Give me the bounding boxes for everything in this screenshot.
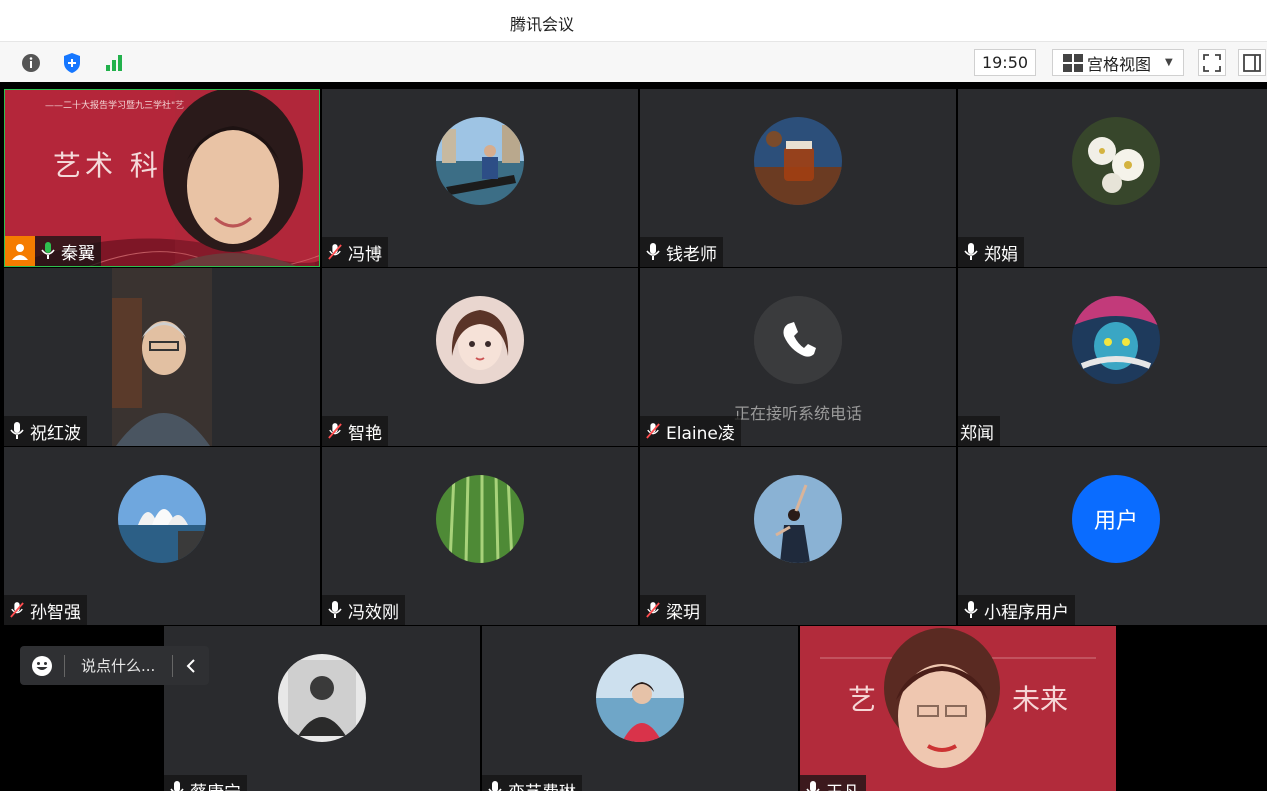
avatar [754, 475, 842, 563]
mic-on-icon [10, 422, 24, 440]
participant-tile[interactable]: 冯博 [322, 89, 638, 267]
participant-tile[interactable]: 恋艺费琳 [482, 626, 798, 791]
participant-nameplate: 智艳 [322, 416, 388, 446]
avatar [1072, 296, 1160, 384]
shield-icon[interactable] [59, 50, 85, 76]
toolbar: 19:50 宫格视图 ▼ [0, 42, 1267, 82]
participant-tile[interactable]: 钱老师 [640, 89, 956, 267]
participant-tile[interactable]: 郑闻 [958, 268, 1267, 446]
view-mode-label: 宫格视图 [1087, 54, 1152, 74]
chat-input-bar[interactable]: 说点什么... [20, 646, 209, 685]
participant-nameplate: 蔡康宁 [164, 775, 247, 791]
host-badge-icon [5, 236, 35, 266]
participant-tile[interactable]: 祝红波 [4, 268, 320, 446]
participant-name: 王凡 [826, 778, 860, 791]
fullscreen-icon [1203, 53, 1221, 72]
window-title: 腾讯会议 [510, 15, 575, 34]
participant-name: 秦翼 [61, 243, 95, 264]
participant-name: 郑闻 [960, 423, 994, 444]
participant-tile[interactable]: 冯效刚 [322, 447, 638, 625]
avatar [754, 117, 842, 205]
mic-on-icon [170, 781, 184, 791]
avatar [278, 654, 366, 742]
participant-nameplate: 祝红波 [4, 416, 87, 446]
avatar [596, 654, 684, 742]
participant-name: 智艳 [348, 423, 382, 444]
participant-nameplate: 王凡 [800, 775, 866, 791]
user-text-avatar: 用户 [1072, 475, 1160, 563]
phone-call-avatar [754, 296, 842, 384]
participant-nameplate: 郑闻 [958, 416, 1000, 446]
participant-nameplate: 秦翼 [5, 236, 101, 266]
participant-nameplate: 冯效刚 [322, 595, 405, 625]
participant-tile[interactable]: 智艳 [322, 268, 638, 446]
participant-name: Elaine凌 [666, 423, 735, 444]
mic-on-icon [488, 781, 502, 791]
meeting-clock: 19:50 [974, 49, 1036, 76]
participant-name: 钱老师 [666, 244, 717, 265]
mic-muted-icon [646, 422, 660, 440]
grid-icon [1063, 53, 1083, 72]
mic-on-icon [806, 781, 820, 791]
sidebar-toggle-button[interactable] [1238, 49, 1266, 76]
participant-nameplate: 小程序用户 [958, 595, 1075, 625]
mic-muted-icon [10, 601, 24, 619]
participant-name: 梁玥 [666, 602, 700, 623]
title-bar: 腾讯会议 [0, 0, 1267, 42]
participant-name: 孙智强 [30, 602, 81, 623]
mic-muted-icon [328, 422, 342, 440]
mic-muted-icon [328, 243, 342, 261]
caret-down-icon: ▼ [1165, 57, 1173, 68]
participant-tile[interactable]: 正在接听系统电话 Elaine凌 [640, 268, 956, 446]
participant-nameplate: 冯博 [322, 237, 388, 267]
avatar [118, 475, 206, 563]
participant-nameplate: 郑娟 [958, 237, 1024, 267]
sidebar-toggle-icon [1243, 53, 1261, 72]
avatar [436, 296, 524, 384]
participant-nameplate: 孙智强 [4, 595, 87, 625]
chat-input[interactable]: 说点什么... [65, 655, 172, 676]
participant-tile[interactable]: 蔡康宁 [164, 626, 480, 791]
participant-name: 恋艺费琳 [508, 778, 576, 791]
mic-muted-icon [646, 601, 660, 619]
participant-name: 小程序用户 [984, 602, 1069, 623]
participant-tile[interactable]: 梁玥 [640, 447, 956, 625]
emoji-icon[interactable] [20, 655, 64, 677]
participant-tile[interactable]: 用户 小程序用户 [958, 447, 1267, 625]
participant-name: 冯效刚 [348, 602, 399, 623]
participant-nameplate: 恋艺费琳 [482, 775, 582, 791]
mic-on-icon [646, 243, 660, 261]
participant-name: 冯博 [348, 244, 382, 265]
participant-name: 祝红波 [30, 423, 81, 444]
participant-tile[interactable]: 艺 未来 王凡 [800, 626, 1116, 791]
person-video [884, 628, 1000, 768]
participant-nameplate: 钱老师 [640, 237, 723, 267]
mic-on-icon [328, 601, 342, 619]
mic-on-icon [964, 243, 978, 261]
participant-nameplate: Elaine凌 [640, 416, 741, 446]
info-icon[interactable] [18, 50, 44, 76]
participant-tile[interactable]: 孙智强 [4, 447, 320, 625]
avatar [436, 117, 524, 205]
participant-name: 郑娟 [984, 244, 1018, 265]
avatar [436, 475, 524, 563]
avatar [1072, 117, 1160, 205]
view-mode-dropdown[interactable]: 宫格视图 ▼ [1052, 49, 1184, 76]
slide-title-right: 未来 [1012, 683, 1069, 716]
signal-icon[interactable] [101, 50, 127, 76]
participant-nameplate: 梁玥 [640, 595, 706, 625]
person-video [163, 90, 315, 266]
participant-tile[interactable]: 郑娟 [958, 89, 1267, 267]
mic-on-icon [41, 242, 55, 260]
chevron-left-icon[interactable] [173, 658, 209, 673]
fullscreen-button[interactable] [1198, 49, 1226, 76]
participant-tile[interactable]: ——二十大报告学习暨九三学社"艺 艺术 科 秦翼 [4, 89, 320, 267]
mic-on-icon [964, 601, 978, 619]
video-grid: ——二十大报告学习暨九三学社"艺 艺术 科 秦翼 冯博 钱老师 郑娟 祝红波 智… [0, 82, 1267, 791]
participant-name: 蔡康宁 [190, 778, 241, 791]
person-video [112, 268, 212, 446]
